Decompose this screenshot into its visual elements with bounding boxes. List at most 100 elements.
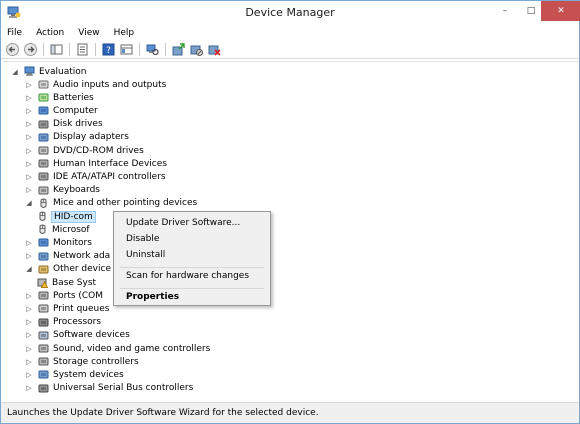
- back-arrow-icon[interactable]: [6, 43, 19, 56]
- show-hide-console-tree-icon[interactable]: [50, 43, 63, 56]
- tree-category-item[interactable]: ▷ Network ada: [25, 250, 110, 263]
- computer-root-icon: [24, 66, 35, 76]
- tree-category-item[interactable]: ▷ Human Interface Devices: [25, 157, 167, 170]
- toolbar-separator: [95, 43, 96, 56]
- expand-arrow-icon[interactable]: ▷: [25, 81, 33, 89]
- tree-device-item[interactable]: Microsof: [37, 223, 90, 236]
- tree-item-label: Software devices: [53, 330, 130, 341]
- collapse-arrow-icon[interactable]: ◢: [25, 265, 33, 273]
- expand-arrow-icon[interactable]: ▷: [25, 94, 33, 102]
- tree-item-label: Display adapters: [53, 132, 129, 143]
- menu-view[interactable]: View: [78, 28, 99, 38]
- tree-category-item[interactable]: ▷ Print queues: [25, 302, 109, 315]
- tree-category-item[interactable]: ▷ Storage controllers: [25, 355, 138, 368]
- computer-icon: [38, 106, 49, 115]
- context-scan-hardware[interactable]: Scan for hardware changes: [126, 271, 249, 281]
- tree-category-item[interactable]: ▷ Display adapters: [25, 131, 129, 144]
- expand-arrow-icon[interactable]: ▷: [25, 186, 33, 194]
- expand-arrow-icon[interactable]: ▷: [25, 305, 33, 313]
- device-tree[interactable]: ◢ Evaluation ▷ Audio inputs and outputs ▷ B…: [3, 61, 579, 401]
- tree-item-label: Batteries: [53, 92, 94, 103]
- scan-hardware-icon[interactable]: [146, 43, 159, 56]
- context-separator: [120, 288, 264, 289]
- expand-arrow-icon[interactable]: ▷: [25, 252, 33, 260]
- tree-root[interactable]: ◢ Evaluation: [11, 65, 87, 78]
- toolbar-separator: [165, 43, 166, 56]
- expand-arrow-icon[interactable]: ▷: [25, 358, 33, 366]
- tree-category-item[interactable]: ▷ Universal Serial Bus controllers: [25, 382, 193, 395]
- printer-icon: [38, 304, 49, 313]
- tree-category-item[interactable]: ▷ Processors: [25, 316, 101, 329]
- expand-arrow-icon[interactable]: ▷: [25, 173, 33, 181]
- context-update-driver[interactable]: Update Driver Software...: [126, 218, 240, 228]
- mouse-icon: [40, 198, 47, 208]
- tree-item-label: Mice and other pointing devices: [53, 198, 198, 209]
- forward-arrow-icon[interactable]: [24, 43, 37, 56]
- expand-arrow-icon[interactable]: ▷: [25, 331, 33, 339]
- system-device-icon: [38, 370, 49, 379]
- tree-item-label: Sound, video and game controllers: [53, 343, 211, 354]
- display-adapter-icon: [38, 133, 49, 142]
- tree-category-item[interactable]: ▷ Batteries: [25, 91, 94, 104]
- tree-item-label: Universal Serial Bus controllers: [53, 383, 194, 394]
- tree-root-label: Evaluation: [39, 66, 87, 77]
- close-icon: ✕: [557, 6, 565, 16]
- context-disable[interactable]: Disable: [126, 234, 159, 244]
- tree-category-item[interactable]: ◢ Mice and other pointing devices: [25, 197, 197, 210]
- expand-arrow-icon[interactable]: ▷: [25, 239, 33, 247]
- expand-arrow-icon[interactable]: ▷: [25, 384, 33, 392]
- tree-category-item[interactable]: ▷ Keyboards: [25, 184, 100, 197]
- menu-file[interactable]: File: [7, 28, 22, 38]
- svg-text:?: ?: [106, 46, 111, 56]
- view-icon[interactable]: [120, 43, 133, 56]
- tree-category-item[interactable]: ▷ Audio inputs and outputs: [25, 78, 166, 91]
- expand-arrow-icon[interactable]: ▷: [25, 107, 33, 115]
- tree-device-item[interactable]: Base Syst: [37, 276, 96, 289]
- context-uninstall[interactable]: Uninstall: [126, 250, 165, 260]
- tree-device-item[interactable]: HID-com: [37, 210, 96, 223]
- tree-category-item[interactable]: ▷ Software devices: [25, 329, 130, 342]
- tree-item-label: Disk drives: [53, 119, 103, 130]
- audio-icon: [38, 80, 49, 89]
- expand-arrow-icon[interactable]: ▷: [25, 120, 33, 128]
- properties-icon[interactable]: [76, 43, 89, 56]
- tree-category-item[interactable]: ▷ IDE ATA/ATAPI controllers: [25, 170, 165, 183]
- tree-category-item[interactable]: ▷ Computer: [25, 104, 97, 117]
- close-button[interactable]: ✕: [541, 1, 580, 21]
- tree-category-item[interactable]: ◢ Other device: [25, 263, 111, 276]
- expand-arrow-icon[interactable]: ▷: [25, 318, 33, 326]
- tree-category-item[interactable]: ▷ Monitors: [25, 236, 92, 249]
- uninstall-device-icon[interactable]: [208, 43, 221, 56]
- tree-category-item[interactable]: ▷ Sound, video and game controllers: [25, 342, 210, 355]
- collapse-arrow-icon[interactable]: ◢: [25, 199, 33, 207]
- tree-category-item[interactable]: ▷ Ports (COM: [25, 289, 103, 302]
- expand-arrow-icon[interactable]: ▷: [25, 292, 33, 300]
- tree-category-item[interactable]: ▷ DVD/CD-ROM drives: [25, 144, 144, 157]
- help-icon[interactable]: ?: [102, 43, 115, 56]
- network-adapter-icon: [38, 252, 49, 261]
- tree-item-label: Ports (COM: [53, 290, 104, 301]
- expand-arrow-icon[interactable]: ▷: [25, 160, 33, 168]
- expand-arrow-icon[interactable]: ▷: [25, 371, 33, 379]
- minimize-button[interactable]: –: [491, 1, 519, 21]
- collapse-arrow-icon[interactable]: ◢: [11, 68, 19, 76]
- expand-arrow-icon[interactable]: ▷: [25, 147, 33, 155]
- tree-item-label: Network ada: [53, 251, 111, 262]
- menu-help[interactable]: Help: [114, 28, 135, 38]
- tree-item-label: Monitors: [53, 237, 92, 248]
- tree-category-item[interactable]: ▷ Disk drives: [25, 118, 103, 131]
- menu-action[interactable]: Action: [36, 28, 64, 38]
- update-driver-icon[interactable]: [172, 43, 185, 56]
- monitor-icon: [38, 238, 49, 247]
- tree-category-item[interactable]: ▷ System devices: [25, 368, 124, 381]
- processor-icon: [38, 318, 49, 327]
- expand-arrow-icon[interactable]: ▷: [25, 133, 33, 141]
- warning-device-icon: [37, 278, 48, 288]
- tree-item-label: System devices: [53, 369, 124, 380]
- disable-device-icon[interactable]: [190, 43, 203, 56]
- expand-arrow-icon[interactable]: ▷: [25, 345, 33, 353]
- context-separator: [120, 267, 264, 268]
- device-manager-window: Device Manager – □ ✕ File Action View He…: [0, 0, 580, 424]
- software-device-icon: [38, 331, 49, 340]
- context-properties[interactable]: Properties: [126, 292, 179, 302]
